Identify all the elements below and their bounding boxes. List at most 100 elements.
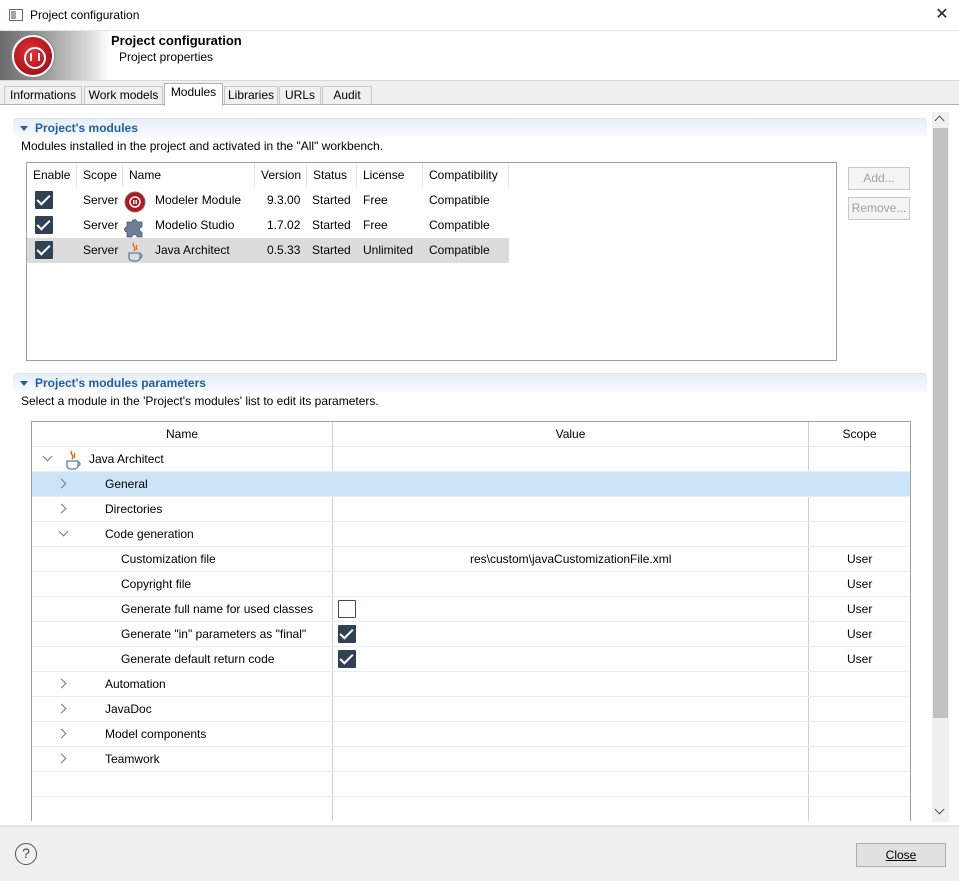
module-license: Free [363, 193, 388, 207]
param-checkbox-checked[interactable] [338, 625, 356, 643]
enable-checkbox[interactable] [35, 191, 53, 209]
tree-row-directories[interactable]: Directories [32, 497, 910, 522]
java-icon [64, 449, 84, 470]
modules-table[interactable]: Enable Scope Name Version Status License… [26, 162, 837, 361]
dialog-footer [0, 826, 959, 881]
column-compatibility[interactable]: Compatibility [423, 163, 509, 187]
window-title: Project configuration [30, 8, 140, 22]
column-param-name[interactable]: Name [32, 422, 332, 447]
module-row[interactable]: Server Modeler Module 9.3.00 Started Fre… [27, 188, 509, 213]
param-row-final-params[interactable]: Generate "in" parameters as "final" User [32, 622, 910, 647]
param-scope: User [847, 627, 873, 641]
tab-modules[interactable]: Modules [164, 83, 223, 106]
param-label: Generate "in" parameters as "final" [121, 627, 307, 641]
collapse-triangle-icon[interactable] [20, 126, 28, 131]
tree-item-label: General [105, 477, 148, 491]
parameters-tree-table[interactable]: Name Value Scope Java Architect General … [31, 421, 911, 821]
params-section-header[interactable]: Project's modules parameters [13, 373, 927, 393]
chevron-right-icon[interactable] [56, 478, 67, 489]
tree-row-teamwork[interactable]: Teamwork [32, 747, 910, 772]
tree-row-general[interactable]: General [32, 472, 910, 497]
enable-checkbox[interactable] [35, 241, 53, 259]
param-scope: User [847, 652, 873, 666]
tree-row-code-generation[interactable]: Code generation [32, 522, 910, 547]
param-value[interactable]: res\custom\javaCustomizationFile.xml [470, 547, 671, 572]
puzzle-icon [124, 216, 144, 238]
tab-libraries[interactable]: Libraries [224, 86, 278, 105]
module-name: Modeler Module [155, 193, 242, 207]
tab-work-models[interactable]: Work models [84, 86, 163, 105]
tree-item-label: JavaDoc [105, 702, 152, 716]
tree-item-label: Model components [105, 727, 207, 741]
param-label: Generate full name for used classes [121, 602, 314, 616]
close-window-icon[interactable]: ✕ [928, 3, 956, 27]
params-section-title: Project's modules parameters [35, 376, 206, 390]
header-banner: Project configuration Project properties [0, 31, 959, 81]
param-label: Generate default return code [121, 652, 275, 666]
column-license[interactable]: License [357, 163, 423, 187]
module-compatibility: Compatible [429, 218, 490, 232]
modelio-logo-icon [12, 35, 54, 77]
chevron-down-icon[interactable] [42, 451, 53, 462]
chevron-right-icon[interactable] [56, 753, 67, 764]
tab-bar: Informations Work models Modules Librari… [0, 83, 959, 106]
help-icon[interactable]: ? [15, 843, 37, 865]
param-label: Customization file [121, 552, 216, 566]
column-name[interactable]: Name [123, 163, 255, 187]
module-status: Started [312, 193, 351, 207]
chevron-right-icon[interactable] [56, 678, 67, 689]
add-module-button[interactable]: Add... [848, 167, 910, 190]
column-scope[interactable]: Scope [77, 163, 123, 187]
tab-informations[interactable]: Informations [4, 86, 82, 105]
module-license: Unlimited [363, 243, 414, 257]
tree-item-label: Automation [105, 677, 166, 691]
tab-audit[interactable]: Audit [322, 86, 372, 105]
tree-root-row[interactable]: Java Architect [32, 447, 910, 472]
remove-module-button[interactable]: Remove... [848, 197, 910, 220]
enable-checkbox[interactable] [35, 216, 53, 234]
tree-item-label: Directories [105, 502, 163, 516]
modules-section-header[interactable]: Project's modules [13, 118, 927, 138]
param-checkbox-unchecked[interactable] [338, 600, 356, 618]
modules-section-title: Project's modules [35, 121, 138, 135]
tree-row-javadoc[interactable]: JavaDoc [32, 697, 910, 722]
param-checkbox-checked[interactable] [338, 650, 356, 668]
param-scope: User [847, 577, 873, 591]
tree-item-label: Java Architect [89, 452, 164, 466]
column-enable[interactable]: Enable [27, 163, 77, 187]
module-name: Modelio Studio [155, 218, 235, 232]
param-row-default-return[interactable]: Generate default return code User [32, 647, 910, 672]
scrollbar-thumb[interactable] [933, 128, 948, 718]
title-bar [0, 0, 959, 31]
tree-row-automation[interactable]: Automation [32, 672, 910, 697]
module-status: Started [312, 243, 351, 257]
column-version[interactable]: Version [255, 163, 307, 187]
module-version: 1.7.02 [267, 218, 301, 232]
param-row-full-name[interactable]: Generate full name for used classes User [32, 597, 910, 622]
close-button-label: Close [885, 848, 917, 862]
tree-row-model-components[interactable]: Model components [32, 722, 910, 747]
module-row-selected[interactable]: Server Java Architect 0.5.33 Started Unl… [27, 238, 509, 263]
collapse-triangle-icon[interactable] [20, 381, 28, 386]
empty-row [32, 772, 910, 797]
module-scope: Server [83, 193, 119, 207]
module-row[interactable]: Server Modelio Studio 1.7.02 Started Fre… [27, 213, 509, 238]
window-icon [9, 9, 23, 21]
chevron-right-icon[interactable] [56, 728, 67, 739]
chevron-right-icon[interactable] [56, 503, 67, 514]
module-compatibility: Compatible [429, 193, 490, 207]
param-row-customization-file[interactable]: Customization file res\custom\javaCustom… [32, 547, 910, 572]
column-param-value[interactable]: Value [333, 422, 808, 447]
module-status: Started [312, 218, 351, 232]
tab-urls[interactable]: URLs [279, 86, 321, 105]
module-scope: Server [83, 218, 119, 232]
modules-section-description: Modules installed in the project and act… [21, 139, 384, 153]
param-row-copyright-file[interactable]: Copyright file User [32, 572, 910, 597]
chevron-right-icon[interactable] [56, 703, 67, 714]
column-param-scope[interactable]: Scope [809, 422, 910, 447]
module-license: Free [363, 218, 388, 232]
param-label: Copyright file [121, 577, 192, 591]
chevron-down-icon[interactable] [58, 526, 69, 537]
close-button[interactable]: Close [856, 843, 946, 867]
column-status[interactable]: Status [307, 163, 357, 187]
